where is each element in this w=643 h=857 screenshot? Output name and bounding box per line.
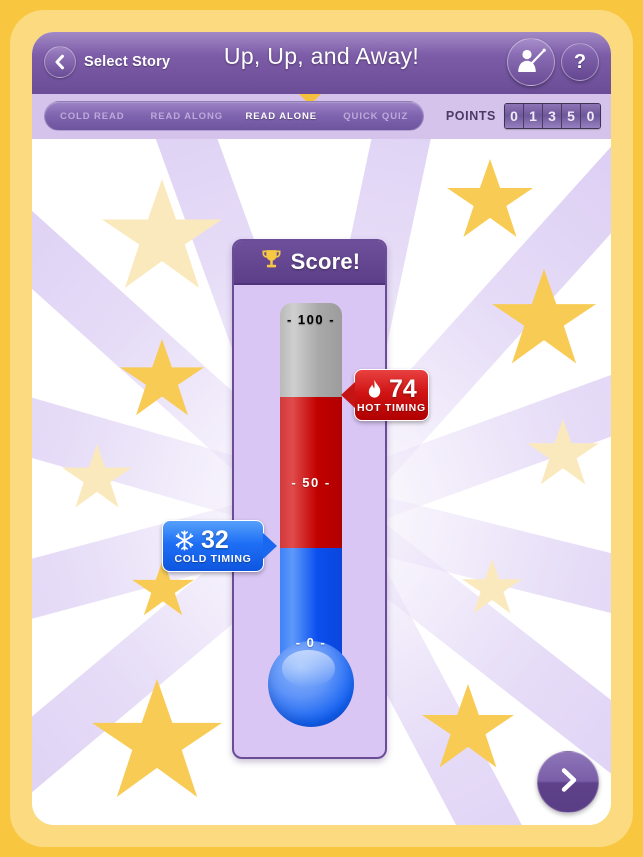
app-screen: Select Story Up, Up, and Away! ? COLD RE… [32,32,611,825]
device-frame: Select Story Up, Up, and Away! ? COLD RE… [0,0,643,857]
badge-pointer-arrow [341,381,355,408]
cold-timing-badge: 32 COLD TIMING [162,519,277,572]
points-display: POINTS 0 1 3 5 0 [446,103,601,129]
points-digit: 0 [581,104,600,128]
score-panel-title: Score! [290,249,361,274]
device-inner-bezel: Select Story Up, Up, and Away! ? COLD RE… [10,10,633,847]
chevron-left-icon [44,46,76,78]
content-stage: Score! - 100 - - 50 - - 0 - 74 HOT TIMIN… [32,139,611,825]
cold-timing-value: 32 [201,526,229,555]
tab-quick-quiz[interactable]: QUICK QUIZ [329,111,424,122]
thermometer-bulb [268,641,354,727]
back-button-label: Select Story [84,54,171,70]
tab-cold-read[interactable]: COLD READ [45,111,140,122]
mode-tabs: COLD READ READ ALONG READ ALONE QUICK QU… [44,101,424,131]
cold-timing-caption: COLD TIMING [174,552,252,565]
score-panel: Score! - 100 - - 50 - - 0 - [232,239,387,759]
points-digit: 5 [562,104,581,128]
help-button[interactable]: ? [561,43,599,81]
points-label: POINTS [445,109,496,123]
app-header: Select Story Up, Up, and Away! ? [32,32,611,94]
snowflake-icon [174,530,195,551]
tab-read-along[interactable]: READ ALONG [140,111,235,122]
points-digit: 0 [505,104,524,128]
teacher-avatar-icon[interactable] [507,38,555,86]
help-button-label: ? [573,51,587,73]
thermometer-hot-fill [280,396,342,548]
hot-timing-badge: 74 HOT TIMING [341,368,429,421]
tab-strip: COLD READ READ ALONG READ ALONE QUICK QU… [32,94,611,139]
score-panel-header: Score! [234,241,385,285]
select-story-back-button[interactable]: Select Story [44,42,180,82]
thermometer-tick-100: - 100 - [286,312,336,327]
hot-timing-value: 74 [389,375,417,404]
thermometer-tick-0: - 0 - [295,635,327,650]
points-digits: 0 1 3 5 0 [504,103,601,129]
points-digit: 3 [543,104,562,128]
points-digit: 1 [524,104,543,128]
flame-icon [366,379,383,400]
tab-read-alone[interactable]: READ ALONE [234,111,329,122]
thermometer-tick-50: - 50 - [291,475,331,490]
next-button[interactable] [537,751,599,813]
thermometer-tube: - 100 - - 50 - - 0 - [280,303,342,663]
trophy-icon [259,247,284,277]
badge-pointer-arrow [263,532,277,559]
chevron-right-icon [555,767,581,798]
hot-timing-caption: HOT TIMING [356,401,426,414]
